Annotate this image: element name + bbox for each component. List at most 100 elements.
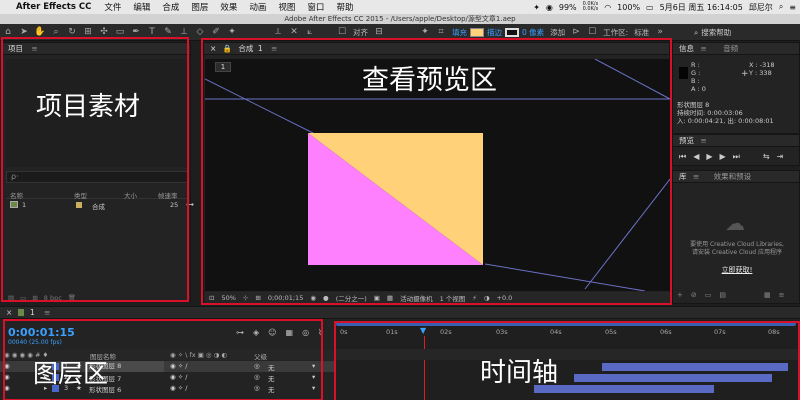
layer-bar[interactable] (574, 374, 772, 382)
layer-switches-icon[interactable]: ◉ ✧ / (170, 384, 187, 392)
axis-local-icon[interactable]: ⟂ (272, 26, 284, 38)
shy-icon[interactable]: ☺ (268, 328, 276, 337)
exposure-value[interactable]: +0.0 (497, 294, 513, 302)
switches-column-icon[interactable]: ◉ ✧ \ fx ▣ ◎ ◑ ◐ (170, 351, 227, 359)
library-tab[interactable]: 库 (679, 172, 687, 181)
menu-edit[interactable]: 编辑 (127, 1, 156, 13)
spotlight-icon[interactable]: ⌕ (779, 2, 783, 12)
transparency-grid-icon[interactable]: ▦ (387, 294, 393, 302)
motion-blur-icon[interactable]: ◎ (302, 328, 309, 337)
pen-tool-icon[interactable]: ✒ (130, 26, 142, 38)
axis-view-icon[interactable]: ⟀ (304, 26, 316, 38)
camera-tool-icon[interactable]: ⊞ (82, 26, 94, 38)
layer-switches-icon[interactable]: ◉ ✧ / (170, 362, 187, 370)
puppet-tool-icon[interactable]: ✦ (226, 26, 238, 38)
eraser-tool-icon[interactable]: ◇ (194, 26, 206, 38)
search-help-field[interactable]: ⌕ 搜索帮助 (694, 27, 794, 38)
loop-icon[interactable]: ⇆ (763, 152, 770, 162)
effects-presets-tab[interactable]: 效果和预设 (714, 172, 752, 181)
safe-zones-icon[interactable]: ⊞ (255, 294, 260, 302)
panel-menu-icon[interactable]: ≡ (693, 172, 699, 181)
fit-icon[interactable]: ⊹ (243, 294, 248, 302)
next-frame-icon[interactable]: ▶ (720, 152, 726, 162)
layer-bar[interactable] (602, 363, 788, 371)
visibility-icon[interactable]: ◉ (4, 362, 10, 370)
time-ruler[interactable]: 0s 01s 02s 03s 04s 05s 06s 07s 08s (334, 324, 800, 342)
menu-effect[interactable]: 效果 (214, 1, 243, 13)
bezier-checkbox[interactable]: ☐ (586, 26, 598, 38)
stroke-color-swatch[interactable] (505, 27, 519, 37)
parent-select[interactable]: 无 (268, 362, 275, 372)
datetime[interactable]: 5月6日 周五 16:14:05 (660, 2, 743, 13)
stroke-label[interactable]: 描边 (487, 27, 502, 38)
new-folder-icon[interactable]: ▭ (20, 294, 26, 302)
home-icon[interactable]: ⌂ (2, 26, 14, 38)
shape-options-icon[interactable]: ✦ (419, 26, 431, 38)
new-comp-icon[interactable]: ⊞ (32, 294, 37, 302)
brush-tool-icon[interactable]: ✎ (162, 26, 174, 38)
menu-file[interactable]: 文件 (98, 1, 127, 13)
skip-icon[interactable]: ⇥ (777, 152, 784, 162)
menu-app-name[interactable]: After Effects CC (14, 2, 98, 12)
col-type[interactable]: 类型 (74, 190, 87, 200)
panel-menu-icon[interactable]: ≡ (700, 136, 706, 145)
workspace-menu-icon[interactable]: » (654, 26, 666, 38)
parent-column[interactable]: 父级 (254, 351, 267, 361)
panel-menu-icon[interactable]: ≡ (44, 308, 50, 317)
menu-window[interactable]: 窗口 (301, 1, 330, 13)
time-track-area[interactable]: 0s 01s 02s 03s 04s 05s 06s 07s 08s ▼ (334, 320, 800, 400)
link-icon[interactable]: ⊘ (691, 291, 697, 299)
dropbox-icon[interactable]: ✦ (533, 3, 540, 12)
grid-view-icon[interactable]: ▦ (764, 291, 771, 299)
snap-options-icon[interactable]: ⊟ (373, 26, 385, 38)
wifi-icon[interactable]: ◠ (604, 3, 611, 12)
stroke-width[interactable]: 0 像素 (522, 27, 544, 38)
get-now-link[interactable]: 立即获取! (673, 265, 800, 275)
selection-tool-icon[interactable]: ➤ (18, 26, 30, 38)
resolution-select[interactable]: (二分之一) (336, 293, 367, 303)
frame-blending-icon[interactable]: ▦ (286, 328, 294, 337)
menu-layer[interactable]: 图层 (185, 1, 214, 13)
user-name[interactable]: 邱尼尔 (749, 2, 773, 13)
pickwhip-icon[interactable]: ◎ (254, 373, 260, 381)
play-icon[interactable]: ▶ (706, 152, 712, 162)
close-icon[interactable]: × (6, 308, 12, 317)
visibility-icon[interactable]: ◉ (4, 373, 10, 381)
project-tab[interactable]: 项目 ≡ (2, 43, 190, 55)
comp-mini-flowchart-icon[interactable]: ⊶ (236, 328, 244, 337)
parent-select[interactable]: 无 (268, 384, 275, 394)
rectangle-tool-icon[interactable]: ▭ (114, 26, 126, 38)
pan-behind-tool-icon[interactable]: ✣ (98, 26, 110, 38)
graph-editor-icon[interactable]: ⌇ (318, 328, 322, 337)
lock-icon[interactable]: 🔒 (223, 44, 232, 53)
list-icon[interactable]: ≡ (789, 3, 796, 12)
visibility-icon[interactable]: ◉ (4, 384, 10, 392)
current-time[interactable]: 0:00:01:15 (8, 326, 75, 339)
wechat-icon[interactable]: ◉ (546, 3, 553, 12)
project-search-input[interactable]: ρ· (6, 171, 188, 183)
image-icon[interactable]: ▤ (719, 291, 726, 299)
zoom-tool-icon[interactable]: ⌕ (50, 26, 62, 38)
pickwhip-icon[interactable]: ◎ (254, 384, 260, 392)
type-tool-icon[interactable]: T (146, 26, 158, 38)
last-frame-icon[interactable]: ⏭ (733, 152, 740, 162)
fill-color-swatch[interactable] (470, 27, 484, 37)
parent-select[interactable]: 无 (268, 373, 275, 383)
audio-tab[interactable]: 音频 (723, 44, 738, 53)
first-frame-icon[interactable]: ⏮ (679, 152, 686, 162)
info-tab[interactable]: 信息 (679, 44, 694, 53)
viewer-timecode[interactable]: 0;00;01;15 (268, 294, 304, 302)
hand-tool-icon[interactable]: ✋ (34, 26, 46, 38)
panel-menu-icon[interactable]: ≡ (31, 44, 37, 53)
add-shape-dropdown-icon[interactable]: ⊳ (570, 26, 582, 38)
always-preview-icon[interactable]: ⊡ (209, 294, 214, 302)
timeline-tab-name[interactable]: 1 (30, 308, 35, 317)
views-select[interactable]: 1 个视图 (440, 293, 466, 303)
panel-menu-icon[interactable]: ≡ (700, 44, 706, 53)
exposure-icon[interactable]: ◑ (484, 294, 490, 302)
flowchart-icon[interactable]: ⊶ (186, 200, 194, 209)
folder-icon[interactable]: ▭ (705, 291, 712, 299)
shape-fill-icon[interactable]: ⌗ (435, 26, 447, 38)
playhead-icon[interactable]: ▼ (420, 326, 426, 335)
draft-3d-icon[interactable]: ◈ (253, 328, 259, 337)
